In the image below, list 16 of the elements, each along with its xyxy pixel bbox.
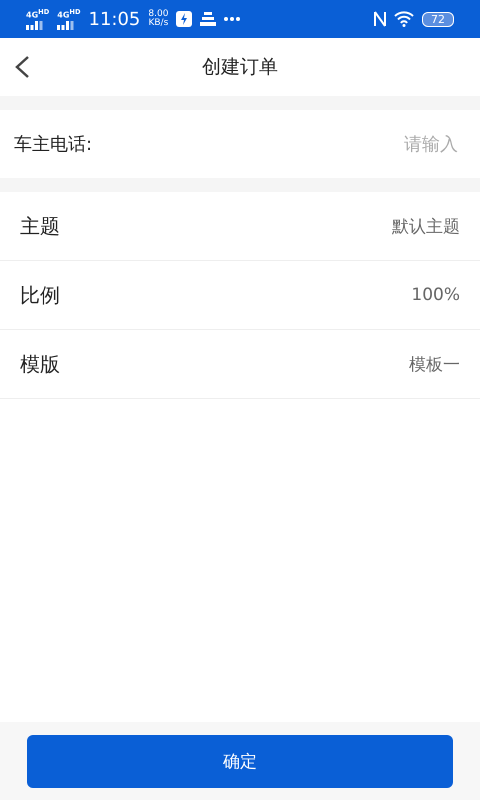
setting-label: 比例 <box>20 282 60 308</box>
setting-value[interactable]: 100% <box>411 285 460 305</box>
setting-label: 主题 <box>20 212 60 240</box>
page-title: 创建订单 <box>202 55 278 80</box>
network-label: 4G$^{HD}$ <box>57 8 80 20</box>
clock: 11:05 <box>88 8 140 30</box>
setting-value[interactable]: 默认主题 <box>392 214 460 238</box>
battery-level: 72 <box>422 12 454 26</box>
setting-label: 模版 <box>20 350 60 378</box>
network-label: 4G$^{HD}$ <box>26 8 50 20</box>
confirm-button[interactable]: 确定 <box>27 734 453 788</box>
network-speed: 8.00 <box>148 10 168 19</box>
field-label: 车主电话: <box>14 133 92 156</box>
phone-input[interactable]: 请输入 <box>92 132 460 156</box>
speed-unit: KB/s <box>148 19 168 28</box>
setting-value[interactable]: 模板一 <box>409 352 460 376</box>
